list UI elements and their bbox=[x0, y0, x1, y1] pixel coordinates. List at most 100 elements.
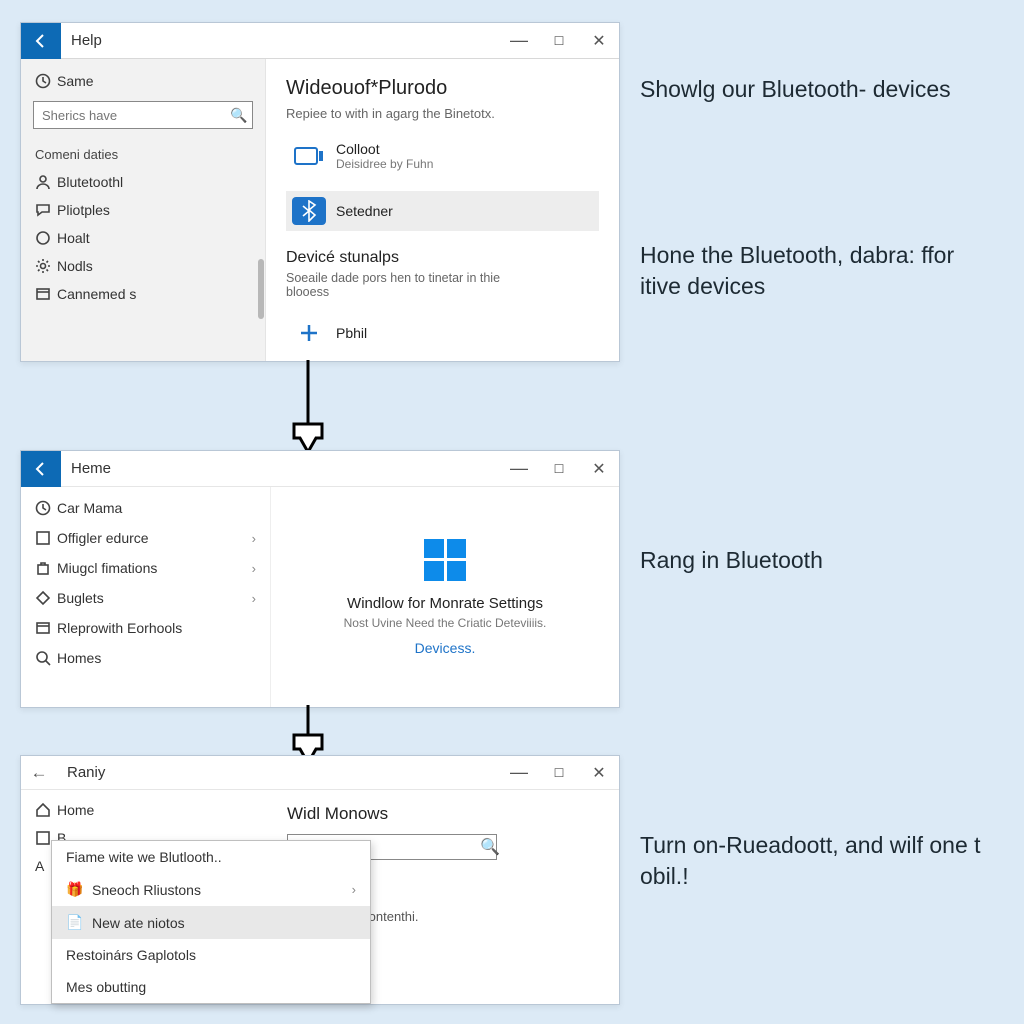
search-icon bbox=[35, 650, 57, 666]
page-subtext: Repiee to with in agarg the Binetotx. bbox=[286, 106, 506, 121]
sidebar-item-bluetooth[interactable]: Blutetoothl bbox=[21, 168, 265, 196]
menu-item-label: Fiame wite we Blutlooth.. bbox=[66, 849, 222, 865]
back-button[interactable]: ← bbox=[21, 763, 57, 783]
main-heading: Windlow for Monrate Settings bbox=[347, 595, 543, 612]
menu-item-3[interactable]: Restoinárs Gaplotols bbox=[52, 939, 370, 971]
device-row-1[interactable]: Colloot Deisidree by Fuhn bbox=[286, 135, 599, 177]
sidebar-item-4[interactable]: Rleprowith Eorhools bbox=[21, 613, 270, 643]
window-title: Raniy bbox=[57, 764, 499, 781]
sidebar-item-label: Homes bbox=[57, 650, 101, 666]
section-heading: Devicé stunalps bbox=[286, 249, 599, 267]
sidebar-item-2[interactable]: Miugcl fimations › bbox=[21, 553, 270, 583]
sidebar-item-label: Blutetoothl bbox=[57, 174, 123, 190]
window-title: Heme bbox=[61, 460, 499, 477]
clock-icon bbox=[35, 73, 57, 89]
sidebar-item-label: Buglets bbox=[57, 590, 104, 606]
sidebar-item-label: Pliotples bbox=[57, 202, 110, 218]
menu-item-label: Sneoch Rliustons bbox=[92, 882, 201, 898]
menu-item-4[interactable]: Mes obutting bbox=[52, 971, 370, 1003]
window-icon bbox=[35, 620, 57, 636]
flow-arrow-1 bbox=[288, 360, 328, 452]
page-heading: Widl Monows bbox=[287, 804, 601, 824]
sidebar-item-5[interactable]: Homes bbox=[21, 643, 270, 673]
settings-window-2: Heme — ☐ ✕ Car Mama Offigler edurce › Mi… bbox=[20, 450, 620, 708]
home-icon bbox=[35, 802, 57, 818]
sidebar-label: Same bbox=[57, 73, 94, 89]
menu-item-label: New ate niotos bbox=[92, 915, 185, 931]
sidebar-item-0[interactable]: Car Mama bbox=[21, 493, 270, 523]
caption-3: Rang in Bluetooth bbox=[640, 545, 1000, 576]
add-device-row[interactable]: Pbhil bbox=[286, 313, 599, 353]
close-button[interactable]: ✕ bbox=[579, 451, 619, 487]
page-heading: Wideouof*Plurodo bbox=[286, 77, 599, 100]
devices-link[interactable]: Devicess. bbox=[415, 640, 476, 656]
add-label: Pbhil bbox=[336, 325, 367, 341]
chevron-right-icon: › bbox=[252, 591, 256, 606]
caption-2: Hone the Bluetooth, dabra: ffor itive de… bbox=[640, 240, 1000, 302]
sidebar: Car Mama Offigler edurce › Miugcl fimati… bbox=[21, 487, 271, 707]
close-button[interactable]: ✕ bbox=[579, 755, 619, 791]
sidebar-item-label: Home bbox=[57, 802, 94, 818]
sidebar-item-4[interactable]: Cannemed s bbox=[21, 280, 265, 308]
search-input[interactable] bbox=[34, 108, 226, 123]
minimize-button[interactable]: — bbox=[499, 451, 539, 487]
chevron-right-icon: › bbox=[252, 561, 256, 576]
settings-window-3: ← Raniy — ☐ ✕ Home B A c bbox=[20, 755, 620, 1005]
window-title: Help bbox=[61, 32, 499, 49]
window-titlebar: Heme — ☐ ✕ bbox=[21, 451, 619, 487]
maximize-button[interactable]: ☐ bbox=[539, 755, 579, 791]
sidebar-item-1[interactable]: Offigler edurce › bbox=[21, 523, 270, 553]
speech-icon bbox=[35, 202, 57, 218]
device-row-2[interactable]: Setedner bbox=[286, 191, 599, 231]
sidebar-item-1[interactable]: Pliotples bbox=[21, 196, 265, 224]
sidebar-item-label: Miugcl fimations bbox=[57, 560, 157, 576]
search-box[interactable]: 🔍 bbox=[33, 101, 253, 129]
sidebar-item-label: Cannemed s bbox=[57, 286, 136, 302]
search-icon[interactable]: 🔍 bbox=[226, 107, 252, 124]
sidebar-heading: Comeni daties bbox=[21, 135, 265, 168]
sidebar-item-2[interactable]: Hoalt bbox=[21, 224, 265, 252]
back-button[interactable] bbox=[21, 451, 61, 487]
sidebar-item-3[interactable]: Nodls bbox=[21, 252, 265, 280]
chevron-right-icon: › bbox=[252, 531, 256, 546]
plus-icon bbox=[292, 319, 326, 347]
sidebar-item-3[interactable]: Buglets › bbox=[21, 583, 270, 613]
menu-item-1[interactable]: 🎁 Sneoch Rliustons › bbox=[52, 873, 370, 906]
back-button[interactable] bbox=[21, 23, 61, 59]
menu-item-2[interactable]: 📄 New ate niotos bbox=[52, 906, 370, 939]
maximize-button[interactable]: ☐ bbox=[539, 451, 579, 487]
sidebar-same[interactable]: Same bbox=[21, 67, 265, 95]
sidebar: Same 🔍 Comeni daties Blutetoothl Pliotpl… bbox=[21, 59, 266, 361]
gift-icon: 🎁 bbox=[66, 881, 86, 898]
bag-icon bbox=[35, 560, 57, 576]
device-title: Colloot bbox=[336, 141, 433, 157]
sidebar-item-label: A bbox=[35, 858, 44, 874]
circle-icon bbox=[35, 230, 57, 246]
box-icon bbox=[35, 530, 57, 546]
menu-item-label: Restoinárs Gaplotols bbox=[66, 947, 196, 963]
sidebar-item-label: Rleprowith Eorhools bbox=[57, 620, 182, 636]
scrollbar-thumb[interactable] bbox=[258, 259, 264, 319]
close-button[interactable]: ✕ bbox=[579, 23, 619, 59]
settings-window-1: Help — ☐ ✕ Same 🔍 Comeni daties bbox=[20, 22, 620, 362]
sidebar-item-label: Offigler edurce bbox=[57, 530, 149, 546]
maximize-button[interactable]: ☐ bbox=[539, 23, 579, 59]
window-controls: — ☐ ✕ bbox=[499, 23, 619, 59]
sidebar-item-label: Nodls bbox=[57, 258, 93, 274]
window-titlebar: ← Raniy — ☐ ✕ bbox=[21, 756, 619, 790]
caption-1: Showlg our Bluetooth- devices bbox=[640, 74, 1000, 105]
minimize-button[interactable]: — bbox=[499, 755, 539, 791]
sidebar-item-label: Car Mama bbox=[57, 500, 122, 516]
chevron-right-icon: › bbox=[352, 882, 356, 897]
window-titlebar: Help — ☐ ✕ bbox=[21, 23, 619, 59]
menu-item-0[interactable]: Fiame wite we Blutlooth.. bbox=[52, 841, 370, 873]
window-icon bbox=[35, 286, 57, 302]
sidebar-home[interactable]: Home bbox=[21, 796, 269, 824]
person-icon bbox=[35, 174, 57, 190]
search-icon[interactable]: 🔍 bbox=[480, 837, 500, 857]
file-icon: 📄 bbox=[66, 914, 86, 931]
clock-icon bbox=[35, 500, 57, 516]
context-menu: Fiame wite we Blutlooth.. 🎁 Sneoch Rliust… bbox=[51, 840, 371, 1004]
minimize-button[interactable]: — bbox=[499, 23, 539, 59]
caption-4: Turn on-Rueadoott, and wilf one t obil.! bbox=[640, 830, 1010, 892]
